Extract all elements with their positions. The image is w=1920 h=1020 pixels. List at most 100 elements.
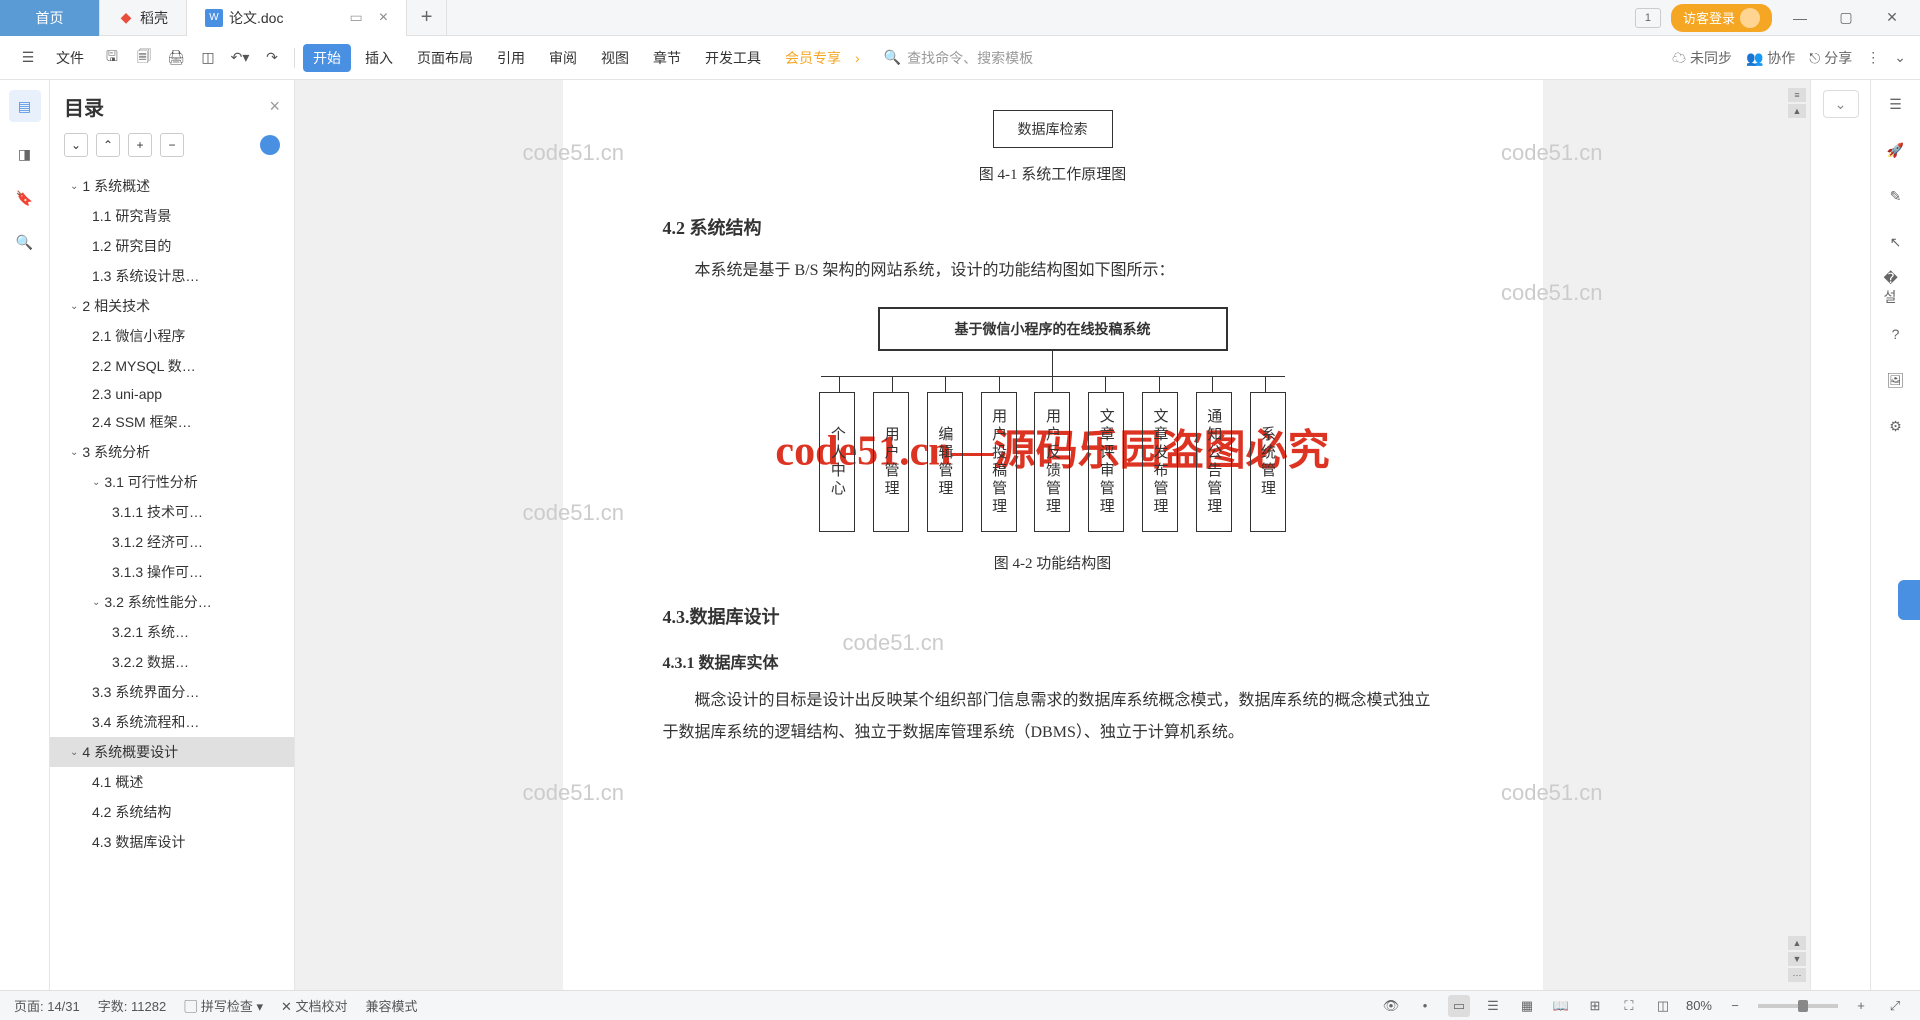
tab-list-icon[interactable]: 1: [1635, 8, 1661, 28]
word-count[interactable]: 字数: 11282: [98, 996, 166, 1015]
tab-home[interactable]: 首页: [0, 0, 100, 36]
search-box[interactable]: 🔍 查找命令、搜索模板: [884, 48, 1033, 68]
tool-icon[interactable]: ⚙: [1884, 414, 1908, 438]
scroll-up-icon[interactable]: ▲: [1788, 936, 1806, 950]
collapse-all-icon[interactable]: ⌄: [64, 133, 88, 157]
zoom-out-icon[interactable]: −: [1724, 995, 1746, 1017]
share-button[interactable]: ⎋ 分享: [1809, 48, 1852, 68]
login-button[interactable]: 访客登录: [1671, 4, 1772, 32]
menu-devtools[interactable]: 开发工具: [695, 44, 771, 72]
image-icon[interactable]: 🖼: [1884, 368, 1908, 392]
save-as-icon[interactable]: 🗐: [130, 44, 158, 72]
toc-item[interactable]: 1.3 系统设计思…: [50, 261, 294, 291]
tab-daoke[interactable]: ◆ 稻壳: [100, 0, 187, 36]
outline-view-icon[interactable]: ☰: [1482, 995, 1504, 1017]
add-icon[interactable]: +: [128, 133, 152, 157]
nav-icon[interactable]: ◨: [13, 142, 37, 166]
new-tab-button[interactable]: +: [407, 0, 447, 36]
zoom-fit-icon[interactable]: ⛶: [1618, 995, 1640, 1017]
document-area[interactable]: code51.cn code51.cn code51.cn code51.cn …: [295, 80, 1810, 990]
toc-item[interactable]: 2.3 uni-app: [50, 381, 294, 407]
collapse-ribbon-icon[interactable]: ⌄: [1894, 49, 1906, 66]
toc-item[interactable]: ⌄3.2 系统性能分…: [50, 587, 294, 617]
eye-icon[interactable]: 👁: [1380, 995, 1402, 1017]
toc-item[interactable]: 4.2 系统结构: [50, 797, 294, 827]
print-preview-icon[interactable]: ◫: [194, 44, 222, 72]
toc-item[interactable]: 2.1 微信小程序: [50, 321, 294, 351]
menu-start[interactable]: 开始: [303, 44, 351, 72]
find-icon[interactable]: 🔍: [13, 230, 37, 254]
more-icon[interactable]: ⋮: [1866, 49, 1880, 66]
outline-icon[interactable]: ▤: [9, 90, 41, 122]
undo-icon[interactable]: ↶▾: [226, 44, 254, 72]
maximize-icon[interactable]: ▢: [1828, 4, 1864, 32]
dot-icon[interactable]: •: [1414, 995, 1436, 1017]
toc-badge-icon[interactable]: [260, 135, 280, 155]
pen-icon[interactable]: ✎: [1884, 184, 1908, 208]
redo-icon[interactable]: ↷: [258, 44, 286, 72]
rocket-icon[interactable]: 🚀: [1884, 138, 1908, 162]
zoom-level[interactable]: 80%: [1686, 998, 1712, 1013]
toc-item[interactable]: 3.2.2 数据…: [50, 647, 294, 677]
read-view-icon[interactable]: 📖: [1550, 995, 1572, 1017]
menu-member[interactable]: 会员专享: [775, 44, 851, 72]
menu-chapter[interactable]: 章节: [643, 44, 691, 72]
zoom-type-icon[interactable]: ◫: [1652, 995, 1674, 1017]
toc-item[interactable]: ⌄4 系统概要设计: [50, 737, 294, 767]
member-arrow-icon[interactable]: ›: [855, 50, 860, 66]
toc-item[interactable]: 3.1.1 技术可…: [50, 497, 294, 527]
print-icon[interactable]: 🖨: [162, 44, 190, 72]
web-view-icon[interactable]: ▦: [1516, 995, 1538, 1017]
close-icon[interactable]: ×: [379, 9, 388, 27]
side-tab[interactable]: [1898, 580, 1920, 620]
zoom-slider[interactable]: [1758, 1004, 1838, 1008]
zoom-in-icon[interactable]: +: [1850, 995, 1872, 1017]
expand-icon[interactable]: ⤢: [1884, 995, 1906, 1017]
window-icon[interactable]: ▭: [349, 9, 362, 26]
menu-view[interactable]: 视图: [591, 44, 639, 72]
settings-icon[interactable]: �설: [1884, 276, 1908, 300]
toc-item[interactable]: 3.2.1 系统…: [50, 617, 294, 647]
remove-icon[interactable]: −: [160, 133, 184, 157]
toc-close-icon[interactable]: ×: [269, 96, 280, 117]
toc-item[interactable]: 1.2 研究目的: [50, 231, 294, 261]
toc-item[interactable]: ⌄3.1 可行性分析: [50, 467, 294, 497]
toc-item[interactable]: ⌄2 相关技术: [50, 291, 294, 321]
help-icon[interactable]: ?: [1884, 322, 1908, 346]
proofread-button[interactable]: ✕ 文档校对: [281, 996, 348, 1015]
expand-all-icon[interactable]: ⌃: [96, 133, 120, 157]
scroll-handle-icon[interactable]: ≡: [1788, 88, 1806, 102]
menu-icon[interactable]: ☰: [14, 44, 42, 72]
toc-item[interactable]: 3.1.3 操作可…: [50, 557, 294, 587]
menu-insert[interactable]: 插入: [355, 44, 403, 72]
close-window-icon[interactable]: ✕: [1874, 4, 1910, 32]
toc-item[interactable]: 3.4 系统流程和…: [50, 707, 294, 737]
compat-mode[interactable]: 兼容模式: [366, 996, 418, 1015]
bookmark-icon[interactable]: 🔖: [13, 186, 37, 210]
scroll-more-icon[interactable]: ⋯: [1788, 968, 1806, 982]
page-indicator[interactable]: 页面: 14/31: [14, 996, 80, 1015]
toc-item[interactable]: 3.1.2 经济可…: [50, 527, 294, 557]
toc-item[interactable]: ⌄3 系统分析: [50, 437, 294, 467]
minimize-icon[interactable]: —: [1782, 4, 1818, 32]
tab-document[interactable]: W 论文.doc ▭ ×: [187, 0, 407, 36]
toc-item[interactable]: 2.4 SSM 框架…: [50, 407, 294, 437]
toc-item[interactable]: 3.3 系统界面分…: [50, 677, 294, 707]
toc-item[interactable]: 4.1 概述: [50, 767, 294, 797]
toc-list[interactable]: ⌄1 系统概述1.1 研究背景1.2 研究目的1.3 系统设计思…⌄2 相关技术…: [50, 167, 294, 990]
spellcheck-button[interactable]: ▢ 拼写检查 ▾: [184, 996, 263, 1015]
scroll-up-icon[interactable]: ▲: [1788, 104, 1806, 118]
scroll-down-icon[interactable]: ▼: [1788, 952, 1806, 966]
file-menu[interactable]: 文件: [46, 44, 94, 72]
toc-item[interactable]: 1.1 研究背景: [50, 201, 294, 231]
style-dropdown-icon[interactable]: ⌄: [1823, 90, 1859, 118]
menu-review[interactable]: 审阅: [539, 44, 587, 72]
grid-view-icon[interactable]: ⊞: [1584, 995, 1606, 1017]
save-icon[interactable]: 🖫: [98, 44, 126, 72]
page-view-icon[interactable]: ▭: [1448, 995, 1470, 1017]
toc-item[interactable]: 4.3 数据库设计: [50, 827, 294, 857]
toc-item[interactable]: 2.2 MYSQL 数…: [50, 351, 294, 381]
cursor-icon[interactable]: ↖: [1884, 230, 1908, 254]
menu-layout[interactable]: 页面布局: [407, 44, 483, 72]
toc-item[interactable]: ⌄1 系统概述: [50, 171, 294, 201]
